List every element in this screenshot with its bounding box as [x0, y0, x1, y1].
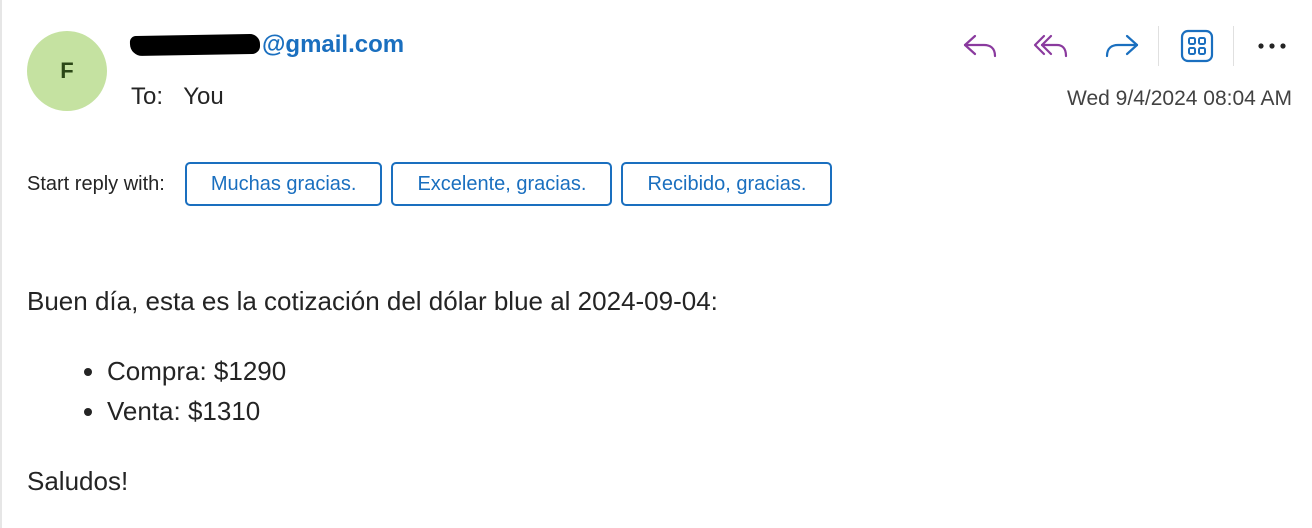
sender-address[interactable]: @gmail.com	[129, 30, 405, 60]
more-actions-button[interactable]	[1250, 24, 1294, 68]
forward-button[interactable]	[1100, 24, 1144, 68]
forward-icon	[1105, 34, 1139, 58]
more-icon	[1258, 43, 1286, 49]
suggested-reply-button[interactable]: Muchas gracias.	[184, 162, 383, 206]
toolbar-separator	[1158, 26, 1159, 66]
message-actions-toolbar	[958, 24, 1294, 68]
message-intro: Buen día, esta es la cotización del dóla…	[27, 286, 718, 316]
rate-list: Compra: $1290 Venta: $1310	[27, 351, 1287, 431]
sender-address-domain: @gmail.com	[262, 31, 405, 58]
apps-icon	[1180, 29, 1214, 63]
redacted-sender-name	[129, 33, 261, 57]
to-label: To:	[131, 83, 164, 110]
recipient-line: To: You	[131, 83, 224, 111]
apps-button[interactable]	[1175, 24, 1219, 68]
reply-all-button[interactable]	[1029, 24, 1073, 68]
suggested-reply-button[interactable]: Excelente, gracias.	[391, 162, 613, 206]
message-reading-pane: F @gmail.com To: You Wed 9/4/2024 08:04 …	[0, 0, 1312, 528]
suggested-reply-button[interactable]: Recibido, gracias.	[621, 162, 833, 206]
suggested-replies: Start reply with: Muchas gracias. Excele…	[27, 160, 841, 208]
message-body: Buen día, esta es la cotización del dóla…	[27, 282, 1287, 500]
message-date: Wed 9/4/2024 08:04 AM	[1067, 87, 1292, 110]
reply-icon	[963, 34, 997, 58]
message-closing: Saludos!	[27, 466, 129, 496]
reply-button[interactable]	[958, 24, 1002, 68]
toolbar-separator	[1233, 26, 1234, 66]
recipient-name[interactable]: You	[183, 83, 224, 110]
reply-all-icon	[1033, 34, 1068, 58]
pane-divider	[0, 0, 2, 528]
suggested-replies-label: Start reply with:	[27, 172, 165, 195]
rate-item-sell: Venta: $1310	[107, 391, 1287, 431]
sender-avatar[interactable]: F	[27, 31, 107, 111]
avatar-initial: F	[60, 58, 74, 83]
rate-item-buy: Compra: $1290	[107, 351, 1287, 391]
